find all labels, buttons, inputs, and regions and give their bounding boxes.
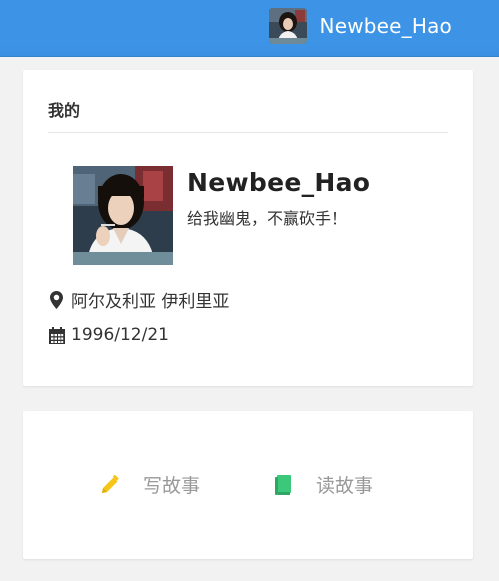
read-story-label[interactable]: 读故事 (316, 471, 373, 498)
divider (48, 132, 448, 133)
book-icon (272, 473, 294, 497)
map-marker-icon (48, 290, 65, 309)
actions-card: 写故事 读故事 (23, 411, 473, 559)
birthday-text: 1996/12/21 (71, 325, 169, 345)
calendar-icon (48, 326, 65, 344)
write-story-label[interactable]: 写故事 (143, 471, 200, 498)
location-row: 阿尔及利亚 伊利里亚 (48, 287, 229, 312)
location-text: 阿尔及利亚 伊利里亚 (71, 292, 230, 312)
card-title: 我的 (48, 101, 81, 120)
pencil-icon (99, 473, 121, 497)
user-menu[interactable]: Newbee_Hao (268, 8, 452, 44)
birthday-row: 1996/12/21 (48, 325, 169, 345)
header-username[interactable]: Newbee_Hao (320, 14, 452, 38)
profile-avatar (73, 166, 173, 265)
read-story-button[interactable]: 读故事 (272, 471, 373, 498)
avatar[interactable] (268, 8, 307, 44)
profile-card: 我的 Newbee_Hao 给我幽鬼，不赢砍手！ 阿尔及利亚 伊利里亚 1996… (23, 70, 473, 386)
profile-name: Newbee_Hao (187, 168, 371, 197)
write-story-button[interactable]: 写故事 (99, 471, 200, 498)
top-nav-bar: Newbee_Hao (0, 0, 499, 57)
profile-motto: 给我幽鬼，不赢砍手！ (187, 209, 348, 228)
